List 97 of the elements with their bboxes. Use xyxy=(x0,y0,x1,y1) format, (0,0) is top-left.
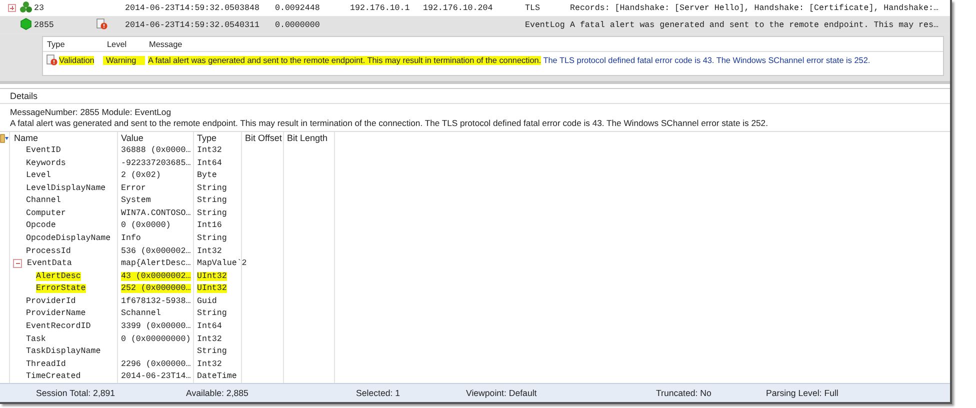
property-value: 536 (0x000002… xyxy=(121,246,191,256)
property-type: Byte xyxy=(197,171,217,180)
property-type: String xyxy=(197,184,227,193)
property-type: UInt32 xyxy=(197,272,227,281)
property-type: UInt32 xyxy=(197,284,227,294)
destination: 192.176.10.204 xyxy=(422,4,494,12)
property-name: ProviderId xyxy=(26,296,76,306)
column-header[interactable]: Bit Offset xyxy=(245,133,282,144)
diagnosis-message: A fatal alert was generated and sent to the remote endpoint. This may result in termination of the connection. xyxy=(148,56,542,64)
column-header[interactable]: Type xyxy=(197,133,217,144)
property-name: AlertDesc xyxy=(36,272,81,281)
property-name: Computer xyxy=(26,208,66,218)
property-type: String xyxy=(197,234,227,243)
property-name: TimeCreated xyxy=(26,372,81,382)
property-value: 2296 (0x00000… xyxy=(121,360,191,369)
source: 192.176.10.1 xyxy=(349,4,411,12)
details-header-line: MessageNumber: 2855 Module: EventLog xyxy=(10,107,172,118)
details-text: A fatal alert was generated and sent to the remote endpoint. This may result in termination of the connection. The TLS protocol defined fatal error code is 43. The Windows SChannel error state is 252. xyxy=(10,118,769,129)
property-name: ThreadId xyxy=(26,360,66,369)
property-value: 252 (0x000000… xyxy=(121,284,191,294)
property-name: ProcessId xyxy=(26,246,71,256)
property-value: 2014-06-23T14… xyxy=(121,372,191,382)
warning-icon xyxy=(46,54,58,66)
diagnosis-level: Warning xyxy=(103,56,145,64)
property-name: ErrorState xyxy=(36,284,86,294)
column-header[interactable]: Level xyxy=(103,40,145,48)
property-value: map{AlertDesc… xyxy=(121,259,191,268)
details-title: Details xyxy=(10,91,38,101)
status-item: Available: 2,885 xyxy=(185,388,250,398)
property-value: 0 (0x0000) xyxy=(121,221,171,230)
property-name: Task xyxy=(26,334,46,344)
property-type: String xyxy=(197,196,227,206)
property-type: Int64 xyxy=(197,158,222,168)
timestamp: 2014-06-23T14:59:32.0503848 xyxy=(124,4,260,12)
property-name: OpcodeDisplayName xyxy=(26,234,111,243)
property-value: Error xyxy=(121,184,146,193)
message-row[interactable]: 2855 2014-06-23T14:59:32.0540311 0.0000000 EventLog A fatal alert was generated and sent to the remote endpoint. This may res… xyxy=(0,17,950,34)
property-value: Schannel xyxy=(121,309,161,318)
expand-button[interactable] xyxy=(8,4,16,12)
column-header[interactable]: Bit Length xyxy=(287,133,328,144)
property-name: Keywords xyxy=(26,158,66,168)
column-header[interactable]: Type xyxy=(43,40,103,48)
diagnosis-message: The TLS protocol defined fatal error code is 43. The Windows SChannel error state is 252. xyxy=(543,56,870,64)
status-item: Truncated: No xyxy=(655,388,712,398)
property-type: Int64 xyxy=(197,322,222,332)
collapse-button[interactable] xyxy=(13,259,22,268)
hexagon-icon xyxy=(20,18,32,30)
message-number: 2855 xyxy=(33,20,55,30)
column-header[interactable]: Message xyxy=(145,40,943,48)
property-name: ProviderName xyxy=(26,309,86,318)
property-name: EventRecordID xyxy=(26,322,91,332)
property-value: 43 (0x0000002… xyxy=(121,272,191,281)
property-type: Int32 xyxy=(197,246,222,256)
property-type: Int32 xyxy=(197,146,222,155)
property-value: 2 (0x02) xyxy=(121,171,161,180)
property-type: Int32 xyxy=(197,334,222,344)
property-value: -922337203685… xyxy=(121,158,191,168)
summary: A fatal alert was generated and sent to the remote endpoint. This may res… xyxy=(569,20,940,30)
property-type: DateTime xyxy=(197,372,237,382)
property-name: EventID xyxy=(26,146,61,155)
status-item: Selected: 1 xyxy=(355,388,402,398)
property-name: Level xyxy=(26,171,51,180)
status-item: Parsing Level: Full xyxy=(765,388,840,398)
columns-icon[interactable] xyxy=(0,134,9,143)
status-item: Viewpoint: Default xyxy=(465,388,538,398)
property-type: Int32 xyxy=(197,360,222,369)
property-type: String xyxy=(197,208,227,218)
property-value: System xyxy=(121,196,151,206)
property-value: Info xyxy=(121,234,141,243)
property-value: WIN7A.CONTOSO… xyxy=(121,208,191,218)
property-value: 36888 (0x0000… xyxy=(121,146,191,155)
property-type: Int16 xyxy=(197,221,222,230)
property-name: Opcode xyxy=(26,221,56,230)
property-name: TaskDisplayName xyxy=(26,347,101,356)
property-type: String xyxy=(197,347,227,356)
property-type: Guid xyxy=(197,296,217,306)
module: TLS xyxy=(524,4,541,12)
status-item: Session Total: 2,891 xyxy=(35,388,116,398)
column-header[interactable]: Value xyxy=(121,133,144,144)
property-type: String xyxy=(197,309,227,318)
property-value: 0 (0x00000000) xyxy=(121,334,191,344)
property-value: 3399 (0x00000… xyxy=(121,322,191,332)
summary: Records: [Handshake: [Server Hello], Handshake: [Certificate], Handshake:… xyxy=(569,4,940,12)
molecule-icon xyxy=(20,0,32,12)
property-name: EventData xyxy=(27,259,72,268)
message-number: 23 xyxy=(33,4,45,12)
property-name: LevelDisplayName xyxy=(26,184,106,193)
warning-icon xyxy=(96,18,108,30)
property-value: 1f678132-5938… xyxy=(121,296,191,306)
timestamp: 2014-06-23T14:59:32.0540311 xyxy=(124,20,260,30)
time-elapsed: 0.0000000 xyxy=(274,20,321,30)
time-elapsed: 0.0092448 xyxy=(274,4,321,12)
column-header[interactable]: Name xyxy=(14,133,38,144)
property-name: Channel xyxy=(26,196,61,206)
diagnosis-type: Validation xyxy=(59,56,94,64)
property-type: MapValue`2 xyxy=(197,259,247,268)
module: EventLog xyxy=(524,20,566,30)
